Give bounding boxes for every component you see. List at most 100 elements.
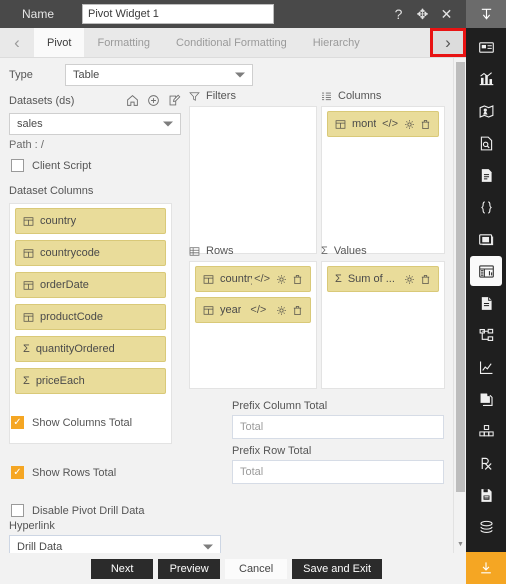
- cubes-icon[interactable]: [470, 416, 502, 446]
- list-item[interactable]: year </>: [195, 297, 311, 323]
- gear-icon[interactable]: [276, 305, 287, 316]
- path-row: Path : /: [9, 139, 44, 151]
- hyperlink-select[interactable]: Drill Data: [9, 535, 221, 553]
- delete-icon[interactable]: [292, 274, 303, 285]
- tab-pivot[interactable]: Pivot: [34, 28, 85, 57]
- prefix-column-total-label: Prefix Column Total: [232, 400, 328, 412]
- filters-drop-zone[interactable]: [189, 106, 317, 254]
- prefix-row-total-input[interactable]: [232, 460, 444, 484]
- tab-next-arrow[interactable]: ›: [430, 28, 466, 57]
- rows-drop-zone[interactable]: country </> year </>: [189, 261, 317, 389]
- type-select-value: Table: [73, 69, 100, 81]
- gear-icon[interactable]: [276, 274, 287, 285]
- close-icon[interactable]: ✕: [439, 7, 454, 22]
- list-item[interactable]: country </>: [195, 266, 311, 292]
- right-toolbar: [466, 0, 506, 584]
- column-name: orderDate: [40, 279, 89, 291]
- add-component-icon[interactable]: [470, 544, 502, 552]
- gear-icon[interactable]: [404, 274, 415, 285]
- columns-icon: [321, 91, 332, 102]
- pivot-table-icon[interactable]: [470, 256, 502, 286]
- table-column-icon: [335, 119, 346, 130]
- client-script-checkbox[interactable]: Client Script: [11, 159, 91, 172]
- help-icon[interactable]: ?: [391, 7, 406, 22]
- filters-label: Filters: [206, 90, 236, 102]
- scroll-down-icon[interactable]: ▼: [454, 538, 466, 551]
- braces-icon[interactable]: [470, 192, 502, 222]
- gallery-icon[interactable]: [470, 224, 502, 254]
- prefix-column-total-input[interactable]: [232, 415, 444, 439]
- dataset-columns-list[interactable]: country countrycode orderDate productCod…: [9, 203, 172, 444]
- widget-name-input[interactable]: [82, 4, 274, 24]
- table-column-icon: [23, 312, 34, 323]
- add-circle-icon[interactable]: [147, 94, 160, 107]
- field-name: Sum of ...: [347, 273, 395, 285]
- show-columns-total-checkbox[interactable]: Show Columns Total: [11, 416, 132, 429]
- widget-icon[interactable]: [470, 32, 502, 62]
- list-item[interactable]: country: [15, 208, 166, 234]
- tab-prev-arrow[interactable]: ‹: [0, 28, 34, 57]
- report-search-icon[interactable]: [470, 128, 502, 158]
- list-item[interactable]: Σ priceEach: [15, 368, 166, 394]
- pin-icon[interactable]: [466, 0, 506, 28]
- next-button[interactable]: Next: [91, 558, 154, 579]
- rows-label: Rows: [206, 245, 234, 257]
- field-actions: [404, 274, 431, 285]
- list-item[interactable]: countrycode: [15, 240, 166, 266]
- home-icon[interactable]: [126, 94, 139, 107]
- sitemap-icon[interactable]: [470, 320, 502, 350]
- show-rows-total-checkbox[interactable]: Show Rows Total: [11, 466, 116, 479]
- preview-button[interactable]: Preview: [158, 558, 221, 579]
- type-select[interactable]: Table: [65, 64, 253, 86]
- layers-icon[interactable]: [470, 512, 502, 542]
- document-icon[interactable]: [470, 160, 502, 190]
- delete-icon[interactable]: [420, 274, 431, 285]
- main-scrollbar[interactable]: ▲ ▼: [453, 58, 466, 553]
- columns-drop-zone[interactable]: month </>: [321, 106, 445, 254]
- columns-zone-title: Columns: [321, 90, 381, 102]
- download-icon[interactable]: [466, 552, 506, 584]
- code-icon[interactable]: </>: [382, 118, 398, 130]
- list-item[interactable]: Σ quantityOrdered: [15, 336, 166, 362]
- chart-icon[interactable]: [470, 64, 502, 94]
- table-column-icon: [23, 248, 34, 259]
- list-item[interactable]: orderDate: [15, 272, 166, 298]
- dialog-footer: Next Preview Cancel Save and Exit: [0, 553, 466, 584]
- edit-icon[interactable]: [168, 94, 181, 107]
- values-drop-zone[interactable]: Σ Sum of ...: [321, 261, 445, 389]
- dataset-select[interactable]: sales: [9, 113, 181, 135]
- list-item[interactable]: Σ Sum of ...: [327, 266, 439, 292]
- datasets-actions: [126, 94, 181, 107]
- cancel-button[interactable]: Cancel: [225, 558, 288, 579]
- code-icon[interactable]: </>: [250, 304, 266, 316]
- columns-label: Columns: [338, 90, 382, 102]
- map-icon[interactable]: [470, 96, 502, 126]
- filters-zone-title: Filters: [189, 90, 236, 102]
- delete-icon[interactable]: [420, 119, 431, 130]
- move-icon[interactable]: ✥: [415, 7, 430, 22]
- tab-hierarchy[interactable]: Hierarchy: [300, 28, 373, 57]
- delete-icon[interactable]: [292, 305, 303, 316]
- disable-pivot-drill-checkbox[interactable]: Disable Pivot Drill Data: [11, 504, 144, 517]
- list-item[interactable]: month </>: [327, 111, 439, 137]
- list-item[interactable]: productCode: [15, 304, 166, 330]
- checkbox-box: [11, 159, 24, 172]
- code-icon[interactable]: </>: [254, 273, 270, 285]
- field-name: country: [220, 273, 252, 285]
- gear-icon[interactable]: [404, 119, 415, 130]
- line-chart-icon[interactable]: [470, 352, 502, 382]
- tab-conditional-formatting[interactable]: Conditional Formatting: [163, 28, 300, 57]
- dialog-body: Type Table Datasets (ds) sales Path: / …: [0, 58, 466, 553]
- page-icon[interactable]: [470, 288, 502, 318]
- save-and-exit-button[interactable]: Save and Exit: [292, 558, 382, 579]
- hyperlink-select-value: Drill Data: [17, 541, 63, 553]
- copy-icon[interactable]: [470, 384, 502, 414]
- tab-formatting[interactable]: Formatting: [84, 28, 163, 57]
- disable-pivot-drill-label: Disable Pivot Drill Data: [32, 504, 145, 517]
- column-name: productCode: [40, 311, 103, 323]
- table-column-icon: [23, 280, 34, 291]
- prescription-icon[interactable]: [470, 448, 502, 478]
- scrollbar-thumb[interactable]: [456, 62, 465, 492]
- save-document-icon[interactable]: [470, 480, 502, 510]
- column-name: countrycode: [40, 247, 100, 259]
